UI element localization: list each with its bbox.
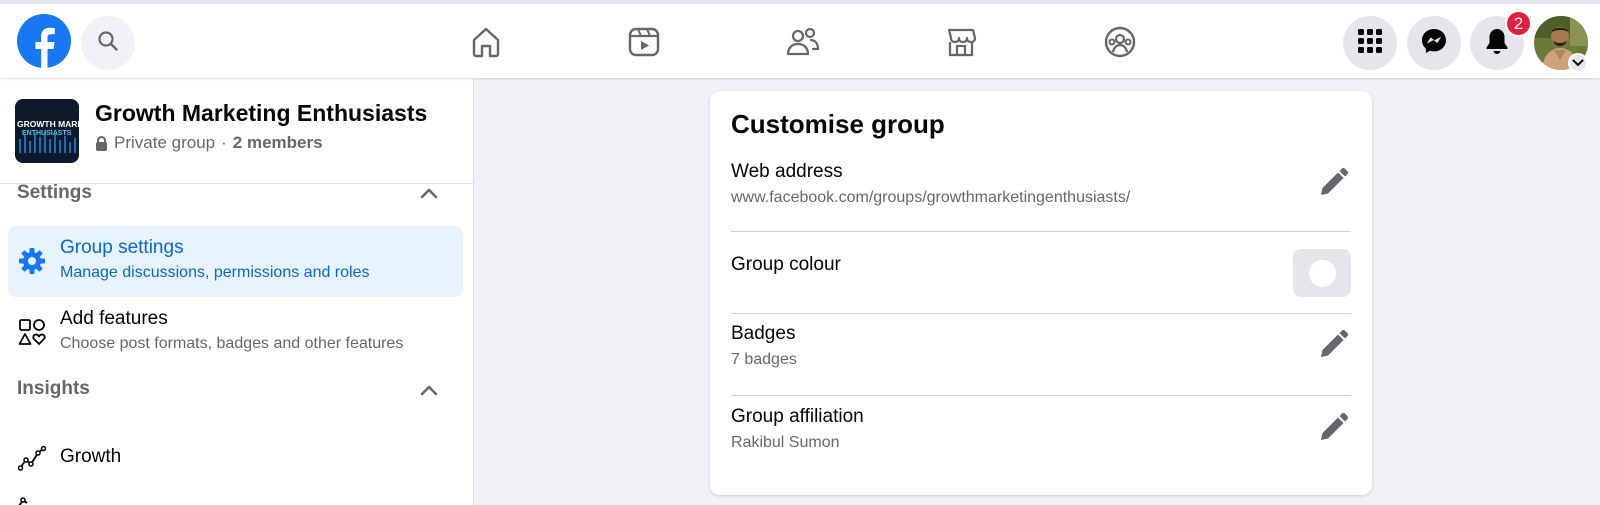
lock-icon (95, 135, 108, 151)
settings-collapse-button[interactable] (418, 184, 440, 206)
chevron-up-icon (420, 383, 438, 401)
edit-group-affiliation-button[interactable] (1315, 412, 1351, 448)
group-privacy: Private group (114, 133, 216, 152)
thumbnail-title-line: GROWTH MARKETI (17, 119, 79, 129)
meta-separator: · (221, 133, 227, 152)
account-menu-caret[interactable] (1568, 53, 1588, 73)
marketplace-icon[interactable] (941, 22, 981, 62)
customise-group-card: Customise group Web address www.facebook… (710, 91, 1372, 495)
groups-icon[interactable] (1100, 22, 1140, 62)
row-divider (731, 395, 1351, 396)
colour-swatch-icon (1308, 259, 1336, 287)
row-divider (731, 231, 1351, 232)
notifications-count-badge: 2 (1505, 10, 1532, 37)
facebook-logo-icon[interactable] (17, 14, 71, 68)
group-name[interactable]: Growth Marketing Enthusiasts (95, 100, 427, 127)
group-colour-row: Group colour (731, 241, 1351, 313)
search-button[interactable] (81, 16, 135, 70)
sidebar-item-title: Add features (60, 308, 168, 329)
sidebar-item-title: Group settings (60, 237, 184, 258)
group-member-count[interactable]: 2 members (233, 133, 323, 153)
edit-badges-button[interactable] (1315, 329, 1351, 365)
sidebar-item-growth[interactable]: Growth (8, 423, 463, 494)
group-affiliation-value: Rakibul Sumon (731, 434, 840, 451)
web-address-row: Web address www.facebook.com/groups/grow… (731, 161, 1351, 223)
gear-icon (17, 246, 47, 276)
top-navigation-bar: 2 (0, 0, 1600, 78)
group-meta: Private group · 2 members (95, 133, 323, 153)
sidebar-item-title: Growth (60, 446, 122, 467)
group-admin-sidebar: GROWTH MARKETI ENTHUSIASTS Growth Market… (0, 78, 474, 505)
badges-label: Badges (731, 323, 796, 344)
bell-icon (1484, 27, 1510, 60)
menu-grid-button[interactable] (1343, 16, 1397, 70)
insights-section-title: Insights (17, 378, 90, 399)
sidebar-item-add-features[interactable]: Add features Choose post formats, badges… (8, 297, 463, 368)
search-icon (97, 30, 119, 57)
row-divider (731, 313, 1351, 314)
pencil-icon (1317, 167, 1349, 204)
badges-value: 7 badges (731, 351, 797, 368)
video-icon[interactable] (624, 22, 664, 62)
web-address-value: www.facebook.com/groups/growthmarketinge… (731, 189, 1131, 206)
group-colour-button[interactable] (1293, 249, 1351, 297)
group-affiliation-row: Group affiliation Rakibul Sumon (731, 406, 1351, 476)
edit-web-address-button[interactable] (1315, 167, 1351, 203)
pencil-icon (1317, 412, 1349, 449)
messenger-icon (1420, 27, 1448, 60)
chevron-up-icon (420, 186, 438, 204)
friends-icon[interactable] (783, 22, 823, 62)
trend-icon (17, 443, 47, 473)
shapes-icon (17, 317, 47, 347)
chevron-down-icon (1572, 54, 1584, 72)
settings-section-title: Settings (17, 182, 92, 203)
home-icon[interactable] (466, 22, 506, 62)
group-cover-thumbnail[interactable]: GROWTH MARKETI ENTHUSIASTS (15, 99, 79, 163)
partial-next-item-icon (17, 492, 45, 505)
pencil-icon (1317, 329, 1349, 366)
sidebar-item-subtitle: Manage discussions, permissions and role… (60, 264, 370, 281)
insights-collapse-button[interactable] (418, 381, 440, 403)
messenger-button[interactable] (1407, 16, 1461, 70)
card-title: Customise group (731, 109, 945, 139)
thumbnail-subtitle-line: ENTHUSIASTS (22, 130, 72, 137)
badges-row: Badges 7 badges (731, 323, 1351, 393)
group-colour-label: Group colour (731, 254, 841, 275)
group-affiliation-label: Group affiliation (731, 406, 864, 427)
menu-grid-icon (1357, 28, 1383, 59)
web-address-label: Web address (731, 161, 843, 182)
group-header: GROWTH MARKETI ENTHUSIASTS Growth Market… (0, 78, 473, 184)
sidebar-item-group-settings[interactable]: Group settings Manage discussions, permi… (8, 226, 463, 297)
sidebar-item-subtitle: Choose post formats, badges and other fe… (60, 335, 404, 352)
